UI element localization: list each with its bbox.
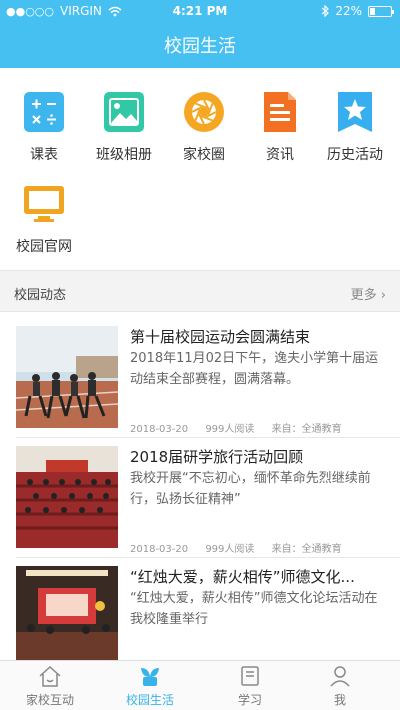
- shortcut-label: 历史活动: [327, 147, 383, 163]
- shortcut-news[interactable]: 资讯: [240, 82, 320, 163]
- shortcut-history[interactable]: 历史活动: [312, 82, 398, 163]
- document-icon: [264, 92, 296, 132]
- news-title: “红烛大爱，薪火相传”师德文化...: [130, 568, 355, 586]
- shortcut-home-school-circle[interactable]: 家校圈: [164, 82, 244, 163]
- list-item[interactable]: “红烛大爱，薪火相传”师德文化... “红烛大爱，薪火相传”师德文化论坛活动在我…: [0, 566, 400, 660]
- star-bookmark-icon: [338, 92, 372, 132]
- news-meta: 2018-03-20 999人阅读 来自：全通教育: [130, 540, 388, 555]
- news-summary: “红烛大爱，薪火相传”师德文化论坛活动在我校隆重举行: [130, 591, 378, 627]
- news-reads: 999人阅读: [205, 544, 255, 555]
- shortcut-label: 班级相册: [96, 147, 152, 163]
- battery-percent: 22%: [335, 4, 362, 18]
- house-icon: [39, 665, 61, 687]
- news-meta: 2018-03-20 999人阅读 来自：全通教育: [130, 420, 388, 435]
- divider: [16, 437, 400, 438]
- tab-study[interactable]: 学习: [200, 661, 300, 710]
- shortcut-label: 家校圈: [183, 147, 225, 163]
- news-source: 来自：全通教育: [271, 544, 342, 555]
- app-header: ●●○○○ VIRGIN 4:21 PM 22% 校园生活: [0, 0, 400, 68]
- news-date: 2018-03-20: [130, 424, 189, 435]
- news-thumbnail: [16, 566, 118, 660]
- status-bar: ●●○○○ VIRGIN 4:21 PM 22%: [0, 0, 400, 22]
- news-thumbnail: [16, 326, 118, 428]
- list-item[interactable]: 第十届校园运动会圆满结束 2018年11月02日下午，逸夫小学第十届运动结束全部…: [0, 326, 400, 436]
- shortcut-label: 课表: [30, 147, 58, 163]
- news-thumbnail: [16, 446, 118, 548]
- more-label: 更多: [350, 288, 377, 303]
- tab-label: 我: [333, 693, 346, 707]
- news-summary: 2018年11月02日下午，逸夫小学第十届运动结束全部赛程，圆满落幕。: [130, 351, 379, 387]
- news-source: 来自：全通教育: [271, 424, 342, 435]
- tab-label: 学习: [237, 693, 262, 707]
- tab-me[interactable]: 我: [290, 661, 390, 710]
- shortcut-class-album[interactable]: 班级相册: [84, 82, 164, 163]
- page-title: 校园生活: [164, 36, 236, 57]
- shortcut-label: 校园官网: [16, 239, 72, 255]
- news-summary: 我校开展“不忘初心，缅怀革命先烈继续前行，弘扬长征精神”: [130, 471, 371, 507]
- shortcut-schedule[interactable]: 课表: [4, 82, 84, 163]
- battery-icon: [368, 5, 394, 17]
- person-icon: [330, 666, 350, 687]
- calculator-icon: [24, 92, 64, 132]
- tab-label: 校园生活: [125, 693, 174, 707]
- aperture-icon: [184, 92, 224, 132]
- news-date: 2018-03-20: [130, 544, 189, 555]
- shortcut-label: 资讯: [266, 147, 294, 163]
- tab-bar: 家校互动 校园生活 学习 我: [0, 660, 400, 710]
- book-icon: [241, 666, 259, 686]
- chevron-right-icon: ›: [380, 288, 386, 303]
- bluetooth-icon: [321, 5, 330, 17]
- tab-home-school[interactable]: 家校互动: [0, 661, 100, 710]
- news-title: 2018届研学旅行活动回顾: [130, 448, 304, 466]
- more-link[interactable]: 更多 ›: [351, 284, 386, 303]
- sprout-icon: [141, 668, 159, 686]
- news-title: 第十届校园运动会圆满结束: [130, 328, 311, 346]
- section-title: 校园动态: [14, 288, 67, 303]
- shortcut-official-site[interactable]: 校园官网: [4, 174, 84, 255]
- image-icon: [104, 92, 144, 132]
- list-item[interactable]: 2018届研学旅行活动回顾 我校开展“不忘初心，缅怀革命先烈继续前行，弘扬长征精…: [0, 446, 400, 556]
- tab-label: 家校互动: [25, 693, 74, 707]
- news-reads: 999人阅读: [205, 424, 255, 435]
- monitor-icon: [24, 186, 64, 222]
- divider: [16, 557, 400, 558]
- tab-campus-life[interactable]: 校园生活: [100, 661, 200, 710]
- section-header: 校园动态 更多 ›: [0, 270, 400, 312]
